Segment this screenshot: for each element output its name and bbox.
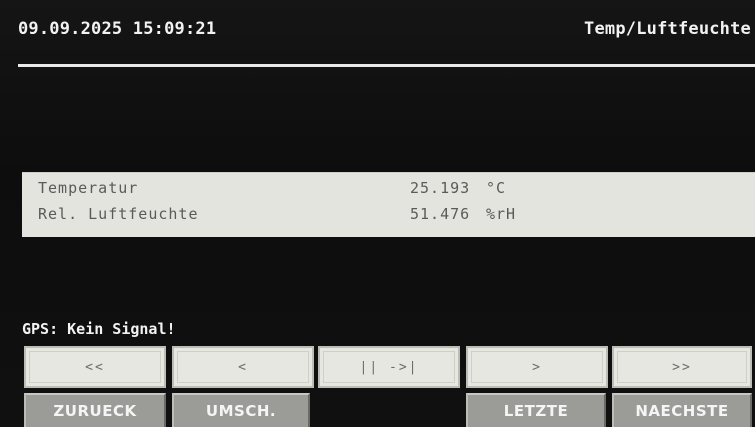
last-page-button[interactable]: >> bbox=[612, 346, 752, 388]
last-softkey[interactable]: LETZTE bbox=[466, 393, 606, 427]
pause-skip-button[interactable]: || ->| bbox=[318, 346, 460, 388]
button-inner-frame bbox=[617, 351, 747, 383]
device-screen: 09.09.2025 15:09:21 Temp/Luftfeuchte Tem… bbox=[0, 0, 755, 427]
next-softkey[interactable]: NAECHSTE bbox=[612, 393, 752, 427]
reading-label: Rel. Luftfeuchte bbox=[38, 205, 199, 223]
switch-softkey[interactable]: UMSCH. bbox=[172, 393, 310, 427]
back-softkey[interactable]: ZURUECK bbox=[24, 393, 166, 427]
reading-label: Temperatur bbox=[38, 179, 139, 197]
previous-page-button[interactable]: < bbox=[172, 346, 314, 388]
button-inner-frame bbox=[177, 351, 309, 383]
reading-unit: °C bbox=[486, 179, 507, 197]
reading-value: 25.193 bbox=[410, 179, 471, 197]
first-page-button[interactable]: << bbox=[24, 346, 166, 388]
reading-unit: %rH bbox=[486, 205, 517, 223]
header-datetime: 09.09.2025 15:09:21 bbox=[18, 19, 217, 39]
readings-panel: Temperatur 25.193 °C Rel. Luftfeuchte 51… bbox=[22, 172, 755, 237]
reading-row-temperature: Temperatur 25.193 °C bbox=[38, 179, 738, 201]
button-inner-frame bbox=[323, 351, 455, 383]
reading-row-humidity: Rel. Luftfeuchte 51.476 %rH bbox=[38, 205, 738, 227]
header-divider bbox=[18, 64, 755, 67]
gps-status: GPS: Kein Signal! bbox=[22, 320, 176, 338]
next-page-button[interactable]: > bbox=[466, 346, 608, 388]
button-inner-frame bbox=[471, 351, 603, 383]
button-inner-frame bbox=[29, 351, 161, 383]
header-title: Temp/Luftfeuchte bbox=[584, 19, 751, 39]
reading-value: 51.476 bbox=[410, 205, 471, 223]
